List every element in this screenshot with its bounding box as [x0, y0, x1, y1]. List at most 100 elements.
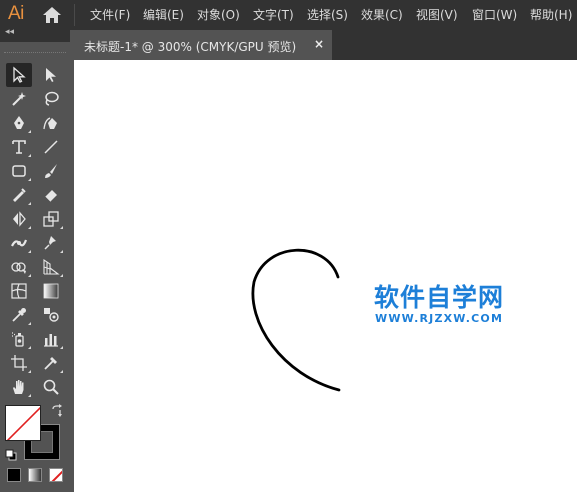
symbol-sprayer-tool[interactable] [6, 327, 32, 351]
perspective-grid-tool[interactable] [38, 255, 64, 279]
home-icon [43, 7, 61, 23]
menu-type[interactable]: 文字(T) [253, 6, 294, 23]
fill-swatch[interactable] [5, 405, 41, 441]
tool-group-indicator [28, 226, 31, 229]
lasso-tool[interactable] [38, 87, 64, 111]
default-fill-stroke-button[interactable] [5, 446, 17, 461]
default-colors-icon [5, 449, 17, 461]
width-tool-icon [11, 239, 28, 247]
line-segment-tool[interactable] [38, 135, 64, 159]
tool-group-indicator [60, 370, 63, 373]
document-tab-bar: 未标题-1* @ 300% (CMYK/GPU 预览) × [74, 30, 577, 60]
eraser-tool-icon [44, 190, 57, 203]
rectangle-tool[interactable] [6, 159, 32, 183]
width-tool[interactable] [6, 231, 32, 255]
shaper-tool-icon [13, 188, 26, 202]
gradient-tool-icon [43, 283, 59, 299]
menu-file[interactable]: 文件(F) [90, 6, 130, 23]
paintbrush-tool-icon [45, 164, 57, 178]
tools-panel [0, 42, 70, 492]
mesh-tool-icon [11, 283, 27, 299]
tool-group-indicator [28, 274, 31, 277]
blend-tool[interactable] [38, 303, 64, 327]
swap-arrow-icon [52, 404, 62, 417]
paintbrush-tool[interactable] [38, 159, 64, 183]
menu-separator [74, 4, 75, 26]
rectangle-tool-icon [12, 165, 26, 177]
scale-tool[interactable] [38, 207, 64, 231]
menu-help[interactable]: 帮助(H) [530, 6, 572, 23]
menu-select[interactable]: 选择(S) [307, 6, 348, 23]
shape-builder-tool[interactable] [6, 255, 32, 279]
column-graph-tool[interactable] [38, 327, 64, 351]
none-slash-icon [6, 406, 40, 440]
toolbar-header: ◂◂ [0, 27, 70, 42]
shape-builder-tool-icon [11, 262, 26, 274]
rotate-tool-icon [13, 211, 26, 227]
slice-tool[interactable] [38, 351, 64, 375]
rotate-tool[interactable] [6, 207, 32, 231]
magic-wand-tool[interactable] [6, 87, 32, 111]
tool-group-indicator [28, 130, 31, 133]
eraser-tool[interactable] [38, 183, 64, 207]
menu-effect[interactable]: 效果(C) [361, 6, 403, 23]
puppet-warp-tool-icon [44, 236, 56, 250]
menu-edit[interactable]: 编辑(E) [143, 6, 184, 23]
none-mode-button[interactable] [49, 468, 63, 482]
hand-tool[interactable] [6, 375, 32, 399]
pen-tool[interactable] [6, 111, 32, 135]
document-tab-title: 未标题-1* @ 300% (CMYK/GPU 预览) [84, 40, 297, 54]
tool-group-indicator [60, 274, 63, 277]
tool-group-indicator [28, 322, 31, 325]
zoom-tool-icon [43, 379, 59, 395]
close-icon[interactable]: × [314, 37, 324, 51]
tool-group-indicator [28, 250, 31, 253]
type-tool-icon [12, 140, 26, 154]
scale-tool-icon [43, 211, 59, 227]
tool-group-indicator [28, 394, 31, 397]
type-tool[interactable] [6, 135, 32, 159]
selection-tool[interactable] [6, 63, 32, 87]
artboard-tool-icon [11, 355, 27, 371]
menu-bar: Ai 文件(F) 编辑(E) 对象(O) 文字(T) 选择(S) 效果(C) 视… [0, 0, 577, 30]
blend-tool-icon [44, 308, 59, 322]
watermark-url: WWW.RJZXW.COM [375, 312, 504, 325]
menu-window[interactable]: 窗口(W) [472, 6, 517, 23]
puppet-warp-tool[interactable] [38, 231, 64, 255]
perspective-grid-tool-icon [43, 258, 60, 275]
none-slash-icon [51, 470, 62, 481]
tool-group-indicator [60, 226, 63, 229]
menu-object[interactable]: 对象(O) [197, 6, 240, 23]
tool-group-indicator [28, 178, 31, 181]
mesh-tool[interactable] [6, 279, 32, 303]
home-button[interactable] [38, 2, 66, 28]
gradient-tool[interactable] [38, 279, 64, 303]
artboard-tool[interactable] [6, 351, 32, 375]
drawn-arc-path[interactable] [74, 60, 577, 492]
color-mode-button[interactable] [7, 468, 21, 482]
shaper-tool[interactable] [6, 183, 32, 207]
watermark-title: 软件自学网 [374, 283, 505, 312]
tool-group-indicator [60, 250, 63, 253]
column-graph-tool-icon [44, 334, 58, 347]
zoom-tool[interactable] [38, 375, 64, 399]
swap-fill-stroke-button[interactable] [50, 403, 64, 417]
curvature-tool[interactable] [38, 111, 64, 135]
gradient-mode-button[interactable] [28, 468, 42, 482]
eyedropper-tool-icon [12, 308, 26, 322]
tool-group-indicator [28, 346, 31, 349]
artboard-canvas[interactable]: 软件自学网 WWW.RJZXW.COM [74, 60, 577, 492]
document-tab[interactable]: 未标题-1* @ 300% (CMYK/GPU 预览) × [74, 30, 332, 60]
symbol-sprayer-tool-icon [12, 332, 24, 347]
menu-view[interactable]: 视图(V) [416, 6, 458, 23]
selection-tool-icon [13, 66, 26, 83]
eyedropper-tool[interactable] [6, 303, 32, 327]
lasso-tool-icon [45, 91, 59, 106]
slice-tool-icon [44, 357, 57, 370]
app-logo: Ai [8, 3, 24, 24]
collapse-panel-button[interactable]: ◂◂ [5, 27, 14, 37]
panel-grip [4, 52, 66, 54]
direct-selection-tool[interactable] [38, 63, 64, 87]
pen-tool-icon [14, 116, 24, 129]
magic-wand-tool-icon [12, 92, 26, 106]
